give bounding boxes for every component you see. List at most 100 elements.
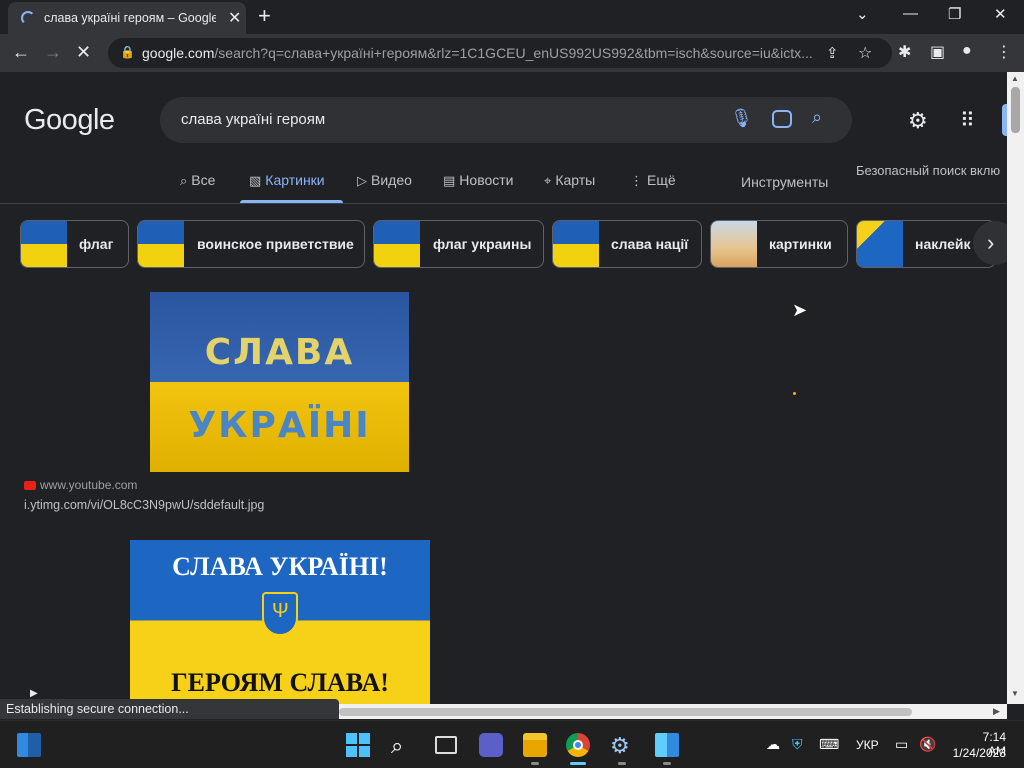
browser-tab-active[interactable]: слава україні героям – Google П ✕ <box>8 2 246 34</box>
chip-thumbnail <box>553 221 599 267</box>
image-caption-bottom: ГЕРОЯМ СЛАВА! <box>171 668 389 697</box>
search-icon: ⌕ <box>180 173 188 188</box>
scroll-down-icon[interactable]: ▼ <box>1011 689 1019 698</box>
loading-spinner-icon <box>21 11 35 25</box>
header-divider <box>0 203 1007 204</box>
search-box[interactable]: слава україні героям 🎙 ⌕ <box>160 97 852 143</box>
url-text: google.com/search?q=слава+україні+героям… <box>142 45 813 61</box>
search-icon[interactable]: ⌕ <box>812 107 822 128</box>
tab-maps[interactable]: ⌖ Карты <box>544 172 595 189</box>
loading-dot <box>793 392 796 395</box>
video-icon: ▷ <box>357 173 367 188</box>
chip-label: картинки <box>769 236 832 252</box>
result-source[interactable]: www.youtube.com <box>24 478 137 492</box>
input-language-indicator[interactable]: УКР <box>856 738 879 752</box>
close-window-button[interactable]: ✕ <box>994 5 1007 23</box>
google-images-page: Google слава україні героям 🎙 ⌕ ⚙ ⠿ ⌕ Все… <box>0 72 1007 704</box>
clock-date[interactable]: 1/24/2023 <box>950 746 1006 760</box>
tab-all[interactable]: ⌕ Все <box>180 172 215 189</box>
tab-news[interactable]: ▤ Новости <box>443 172 514 189</box>
tools-button[interactable]: Инструменты <box>741 174 828 190</box>
chip-label: слава нації <box>611 236 689 252</box>
browser-menu-icon[interactable]: ⋮ <box>996 42 1012 62</box>
chip-label: флаг <box>79 236 114 252</box>
stop-loading-button[interactable]: ✕ <box>76 42 91 63</box>
horizontal-scroll-thumb[interactable] <box>339 708 912 716</box>
back-button[interactable]: ← <box>12 42 30 63</box>
chip-label: воинское приветствие <box>197 236 354 252</box>
camera-lens-icon[interactable] <box>772 110 792 128</box>
chip-thumbnail <box>138 221 184 267</box>
result-url[interactable]: i.ytimg.com/vi/OL8cC3N9pwU/sddefault.jpg <box>24 498 264 512</box>
forward-button[interactable]: → <box>44 42 62 63</box>
mouse-cursor-icon: ➤ <box>792 300 808 320</box>
store-app-icon[interactable] <box>655 733 679 757</box>
related-chip[interactable]: воинское приветствие <box>137 220 365 268</box>
new-tab-button[interactable]: + <box>258 3 271 29</box>
app-running-indicator <box>618 762 626 765</box>
related-chip[interactable]: картинки <box>710 220 848 268</box>
related-chip[interactable]: флаг украины <box>373 220 544 268</box>
app-running-indicator <box>663 762 671 765</box>
address-bar[interactable]: 🔒 google.com/search?q=слава+україні+геро… <box>108 38 892 68</box>
share-icon[interactable]: ⇪ <box>826 44 839 62</box>
minimize-button[interactable]: — <box>903 5 918 22</box>
chat-teams-icon[interactable] <box>479 733 503 757</box>
browser-toolbar: ← → ✕ 🔒 google.com/search?q=слава+україн… <box>0 34 1024 72</box>
image-caption-top: СЛАВА <box>204 332 355 373</box>
google-logo[interactable]: Google <box>24 104 115 137</box>
image-icon: ▧ <box>249 173 262 188</box>
horizontal-scrollbar[interactable]: ▶ <box>339 704 1007 719</box>
task-view-icon[interactable] <box>435 736 457 754</box>
start-windows-icon[interactable] <box>346 733 370 757</box>
chip-thumbnail <box>857 221 903 267</box>
tab-title: слава україні героям – Google П <box>44 11 216 25</box>
defender-shield-icon[interactable]: ⛨ <box>792 736 803 753</box>
browser-tabstrip: слава україні героям – Google П ✕ + ⌄ — … <box>0 0 1024 34</box>
settings-gear-icon[interactable]: ⚙ <box>908 108 928 134</box>
vertical-scrollbar[interactable]: ▲ ▼ <box>1007 72 1024 704</box>
tab-close-icon[interactable]: ✕ <box>228 8 241 28</box>
keyboard-icon[interactable]: ⌨ <box>819 736 839 753</box>
chip-thumbnail <box>21 221 67 267</box>
network-monitor-icon[interactable]: ▭ <box>895 736 908 753</box>
search-input[interactable]: слава україні героям <box>181 111 325 128</box>
chip-thumbnail <box>711 221 757 267</box>
search-icon[interactable]: ⌕ <box>391 733 415 758</box>
tab-images[interactable]: ▧ Картинки <box>249 172 325 189</box>
widgets-icon[interactable] <box>17 733 41 757</box>
news-icon: ▤ <box>443 173 456 188</box>
speaker-muted-icon[interactable]: 🔇 <box>919 736 936 753</box>
related-chip[interactable]: флаг <box>20 220 129 268</box>
related-chip[interactable]: слава нації <box>552 220 702 268</box>
vertical-scroll-thumb[interactable] <box>1011 87 1020 133</box>
lock-icon[interactable]: 🔒 <box>120 45 135 59</box>
map-pin-icon: ⌖ <box>544 173 552 188</box>
file-explorer-icon[interactable] <box>523 733 547 757</box>
bookmark-star-icon[interactable]: ☆ <box>858 43 872 63</box>
result-image[interactable]: СЛАВА УКРАЇНІ <box>150 292 409 472</box>
side-panel-icon[interactable]: ▣ <box>930 42 945 62</box>
result-image[interactable]: СЛАВА УКРАЇНІ! Ψ ГЕРОЯМ СЛАВА! <box>130 540 430 704</box>
cloud-offline-icon[interactable]: ☁ <box>766 736 780 753</box>
profile-avatar-icon[interactable]: ● <box>962 42 972 60</box>
image-caption-top: СЛАВА УКРАЇНІ! <box>172 552 388 581</box>
tab-more[interactable]: ⋮ Ещё <box>630 172 676 189</box>
more-vert-icon: ⋮ <box>630 173 643 188</box>
restore-button[interactable]: ❐ <box>948 5 961 23</box>
settings-gear-icon[interactable]: ⚙ <box>610 733 634 758</box>
extensions-puzzle-icon[interactable]: ✱ <box>898 42 911 62</box>
apps-grid-icon[interactable]: ⠿ <box>960 108 975 133</box>
microphone-icon[interactable]: 🎙 <box>730 108 753 129</box>
app-running-indicator <box>531 762 539 765</box>
trident-emblem-icon: Ψ <box>262 592 298 636</box>
tab-videos[interactable]: ▷ Видео <box>357 172 412 189</box>
safesearch-toggle[interactable]: Безопасный поиск вклю <box>856 163 1000 178</box>
youtube-icon <box>24 481 36 490</box>
app-active-indicator <box>570 762 586 765</box>
scroll-up-icon[interactable]: ▲ <box>1011 74 1019 83</box>
tab-search-chevron-icon[interactable]: ⌄ <box>856 5 869 23</box>
windows-taskbar: ⌕ ⚙ ☁ ⛨ ⌨ УКР ▭ 🔇 7:14 AM 1/24/2023 <box>0 720 1024 768</box>
chrome-icon[interactable] <box>566 733 590 757</box>
scroll-right-icon[interactable]: ▶ <box>993 706 1000 717</box>
